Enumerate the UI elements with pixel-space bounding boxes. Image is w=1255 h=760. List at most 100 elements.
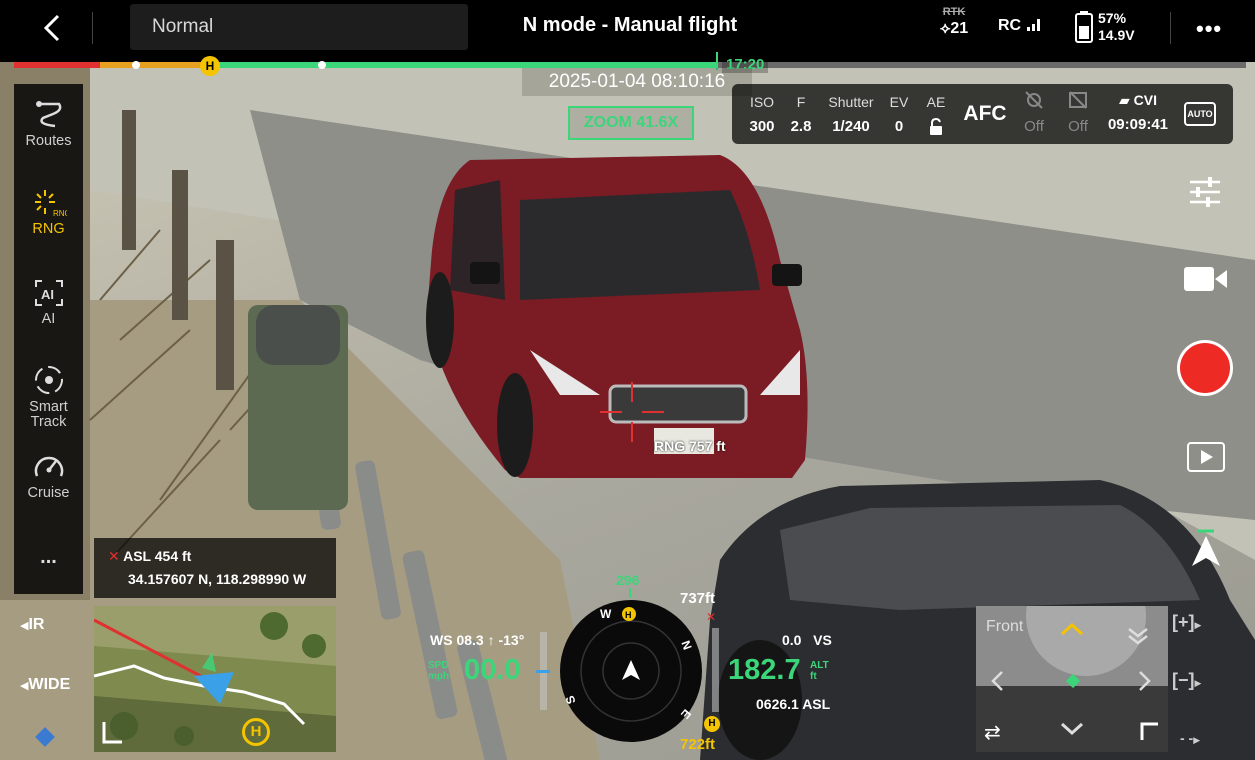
svg-text:H: H <box>625 610 632 620</box>
wide-camera-button[interactable]: ◀WIDE <box>20 676 70 694</box>
more-tools-button[interactable]: ... <box>14 546 83 567</box>
home-point-icon: H <box>200 56 220 76</box>
mini-map[interactable]: H <box>94 606 336 752</box>
chevron-left-icon[interactable] <box>990 670 1004 692</box>
ai-button[interactable]: AI AI <box>14 278 83 327</box>
speed-unit-top: SPD <box>428 660 449 671</box>
sliders-icon[interactable] <box>1188 176 1222 208</box>
satellite-icon: ⟡ <box>939 20 951 37</box>
vertical-speed: 0.0 VS <box>782 632 832 648</box>
home-point-icon: H <box>242 718 270 746</box>
video-mode-icon[interactable] <box>1183 264 1229 294</box>
battery-icon[interactable] <box>1074 10 1094 44</box>
setting-toggle-2[interactable]: Off <box>1062 90 1094 135</box>
playback-icon[interactable] <box>1187 442 1225 472</box>
smart-track-icon <box>34 366 63 394</box>
wind-direction: -13° <box>498 632 525 648</box>
divider <box>1170 12 1171 44</box>
shutter-label: Shutter <box>828 94 874 110</box>
swap-icon[interactable]: ⇄ <box>984 720 1001 745</box>
rtk-label: RTK <box>942 6 966 18</box>
ai-icon: AI <box>34 280 63 306</box>
home-distance-row: ✕ ASL 454 ft <box>108 548 191 565</box>
progress-critical-segment <box>14 62 100 68</box>
record-button[interactable] <box>1177 340 1233 396</box>
iso-setting[interactable]: ISO 300 <box>744 94 780 135</box>
wide-label: WIDE <box>28 676 71 693</box>
routes-button[interactable]: Routes <box>14 100 83 149</box>
gimbal-title: Front <box>986 618 1024 635</box>
rng-button[interactable]: RNG RNG <box>14 188 83 237</box>
setting-toggle-1[interactable]: Off <box>1018 90 1050 135</box>
zoom-out-button[interactable]: [−]▶ <box>1172 670 1201 691</box>
zoom-in-button[interactable]: [+]▶ <box>1172 612 1201 633</box>
compass-icon: W N E S H <box>560 600 702 742</box>
battery-percent: 57% <box>1098 10 1127 26</box>
ev-label: EV <box>889 94 909 110</box>
divider <box>92 12 93 44</box>
ae-label: AE <box>926 94 946 110</box>
gps-coordinates: 34.157607 N, 118.298990 W <box>128 571 307 587</box>
focus-mode[interactable]: AFC <box>960 92 1010 126</box>
chevron-right-icon[interactable] <box>1138 670 1152 692</box>
vs-value: 0.0 <box>782 632 802 648</box>
ae-lock[interactable]: AE <box>920 94 952 140</box>
altitude-value: 182.7 <box>728 654 801 686</box>
distance-bottom: 722ft <box>680 736 716 753</box>
cruise-label: Cruise <box>27 485 70 501</box>
alt-unit-bottom: ft <box>810 671 817 682</box>
gimbal-view-panel[interactable]: Front ⇄ <box>976 606 1168 752</box>
wind-arrow-icon: ↑ <box>487 632 495 648</box>
ir-camera-button[interactable]: ◀IR <box>20 616 44 634</box>
ir-label: IR <box>28 616 45 633</box>
aperture-value: 2.8 <box>790 118 812 135</box>
double-chevron-down-icon[interactable] <box>1126 626 1150 646</box>
altitude-unit: ALT ft <box>810 660 829 682</box>
battery-readout: 57% 14.9V <box>1098 10 1135 44</box>
home-altitude-icon: H <box>704 716 720 732</box>
smart-track-label: Smart Track <box>29 399 68 430</box>
zoom-out-label: [−] <box>1172 670 1195 690</box>
flight-status-title: N mode - Manual flight <box>522 14 738 36</box>
flight-mode-select[interactable]: Normal <box>130 4 468 50</box>
heading-tick <box>629 588 631 598</box>
zoom-reset-button[interactable]: - -▶ <box>1180 730 1200 746</box>
gps-asl: ASL 454 ft <box>123 548 192 564</box>
aperture-label: F <box>796 94 806 110</box>
crosshair-icon <box>600 382 664 442</box>
corner-icon[interactable] <box>1140 722 1160 742</box>
ev-value: 0 <box>894 118 904 135</box>
rc-signal[interactable]: RC <box>998 17 1044 35</box>
chevron-left-icon[interactable] <box>36 12 72 44</box>
caret-right-icon: ▶ <box>1194 678 1202 688</box>
horizontal-speed: 00.0 <box>464 654 521 686</box>
asl-altitude: 0626.1 ASL <box>756 696 831 712</box>
range-readout: RNG 757 ft <box>654 438 726 454</box>
more-icon[interactable]: ••• <box>1196 16 1222 42</box>
caret-right-icon: ▶ <box>1193 735 1201 745</box>
shutter-setting[interactable]: Shutter 1/240 <box>822 94 880 135</box>
storage-status[interactable]: ▰ CVI 09:09:41 <box>1100 92 1176 133</box>
satellite-count: 21 <box>950 20 969 37</box>
smart-track-button[interactable]: Smart Track <box>14 364 83 430</box>
zoom-indicator[interactable]: ZOOM 41.6X <box>568 106 694 140</box>
chevron-up-icon[interactable] <box>1060 622 1084 636</box>
signal-bars-icon <box>1026 19 1040 31</box>
wind-speed-readout: WS 08.3 ↑ -13° <box>430 632 524 648</box>
cruise-button[interactable]: Cruise <box>14 452 83 501</box>
shutter-value: 1/240 <box>832 118 870 135</box>
storage-time: 09:09:41 <box>1107 116 1169 133</box>
speed-scale-pointer <box>536 670 550 673</box>
navigation-arrow-icon[interactable] <box>1190 528 1222 568</box>
ev-setting[interactable]: EV 0 <box>886 94 912 135</box>
cruise-icon <box>34 456 63 477</box>
aperture-setting[interactable]: F 2.8 <box>788 94 814 135</box>
rtk-status[interactable]: RTK ⟡21 <box>934 6 974 38</box>
camera-settings-panel[interactable]: ISO 300 F 2.8 Shutter 1/240 EV 0 AE AFC … <box>732 84 1233 144</box>
setting-1-value: Off <box>1024 118 1044 135</box>
timestamp: 2025-01-04 08:10:16 <box>522 68 752 96</box>
chevron-down-icon[interactable] <box>1060 722 1084 736</box>
auto-camera-button[interactable]: AUTO <box>1184 102 1216 126</box>
drone-marker-icon: ✕ <box>108 548 120 564</box>
iso-value: 300 <box>749 118 775 135</box>
